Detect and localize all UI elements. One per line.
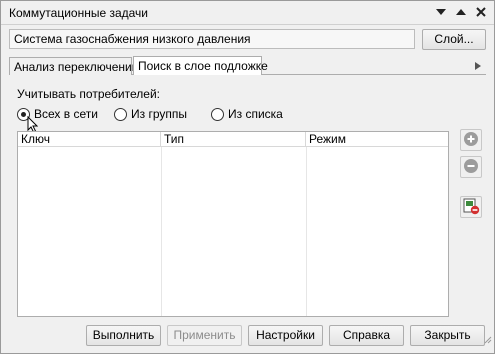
column-header-type[interactable]: Тип	[161, 132, 306, 147]
radio-all-label: Всех в сети	[34, 107, 98, 121]
remove-button[interactable]	[460, 156, 482, 178]
consumers-label: Учитывать потребителей:	[17, 87, 160, 101]
tab-search-underlay[interactable]: Поиск в слое подложке	[133, 56, 268, 75]
column-divider	[306, 147, 307, 316]
layer-button[interactable]: Слой...	[422, 29, 486, 50]
title-bar: Коммутационные задачи	[1, 1, 494, 25]
help-button[interactable]: Справка	[329, 325, 404, 346]
radio-from-group[interactable]: Из группы	[114, 107, 187, 121]
add-button[interactable]	[460, 129, 482, 151]
tab-strip: Анализ переключений Поиск в слое подложк…	[9, 56, 486, 75]
plus-circle-icon	[463, 131, 479, 150]
column-divider	[161, 147, 162, 316]
radio-group-label: Из группы	[131, 107, 187, 121]
close-button[interactable]: Закрыть	[410, 325, 485, 346]
commutation-tasks-window: Коммутационные задачи Система газоснабже…	[0, 0, 495, 354]
radio-button[interactable]	[114, 107, 127, 121]
column-header-mode[interactable]: Режим	[306, 132, 448, 147]
close-icon[interactable]	[474, 5, 488, 19]
apply-button[interactable]: Применить	[167, 325, 242, 346]
column-header-key[interactable]: Ключ	[18, 132, 161, 147]
settings-button[interactable]: Настройки	[248, 325, 323, 346]
radio-list-label: Из списка	[228, 107, 283, 121]
layer-remove-button[interactable]	[460, 196, 482, 218]
tab-scroll-right-icon[interactable]	[470, 57, 486, 74]
collapse-up-icon[interactable]	[454, 5, 468, 19]
consumers-table[interactable]: Ключ Тип Режим	[17, 131, 449, 317]
minus-circle-icon	[463, 158, 479, 177]
window-title: Коммутационные задачи	[9, 6, 149, 20]
layer-remove-icon	[462, 197, 480, 218]
run-button[interactable]: Выполнить	[86, 325, 161, 346]
resize-grip-icon[interactable]	[484, 333, 492, 347]
radio-button[interactable]	[211, 107, 224, 121]
search-underlay-panel: Учитывать потребителей: Всех в сети Из г…	[9, 75, 486, 317]
radio-from-list[interactable]: Из списка	[211, 107, 283, 121]
tab-switch-analysis[interactable]: Анализ переключений	[9, 57, 138, 75]
system-name-field[interactable]: Система газоснабжения низкого давления	[9, 29, 415, 49]
title-bar-controls	[434, 5, 488, 19]
system-row: Система газоснабжения низкого давления С…	[9, 29, 486, 51]
bottom-button-bar: Выполнить Применить Настройки Справка За…	[1, 321, 494, 349]
dropdown-icon[interactable]	[434, 5, 448, 19]
consumers-radio-group: Всех в сети Из группы Из списка	[17, 107, 317, 133]
